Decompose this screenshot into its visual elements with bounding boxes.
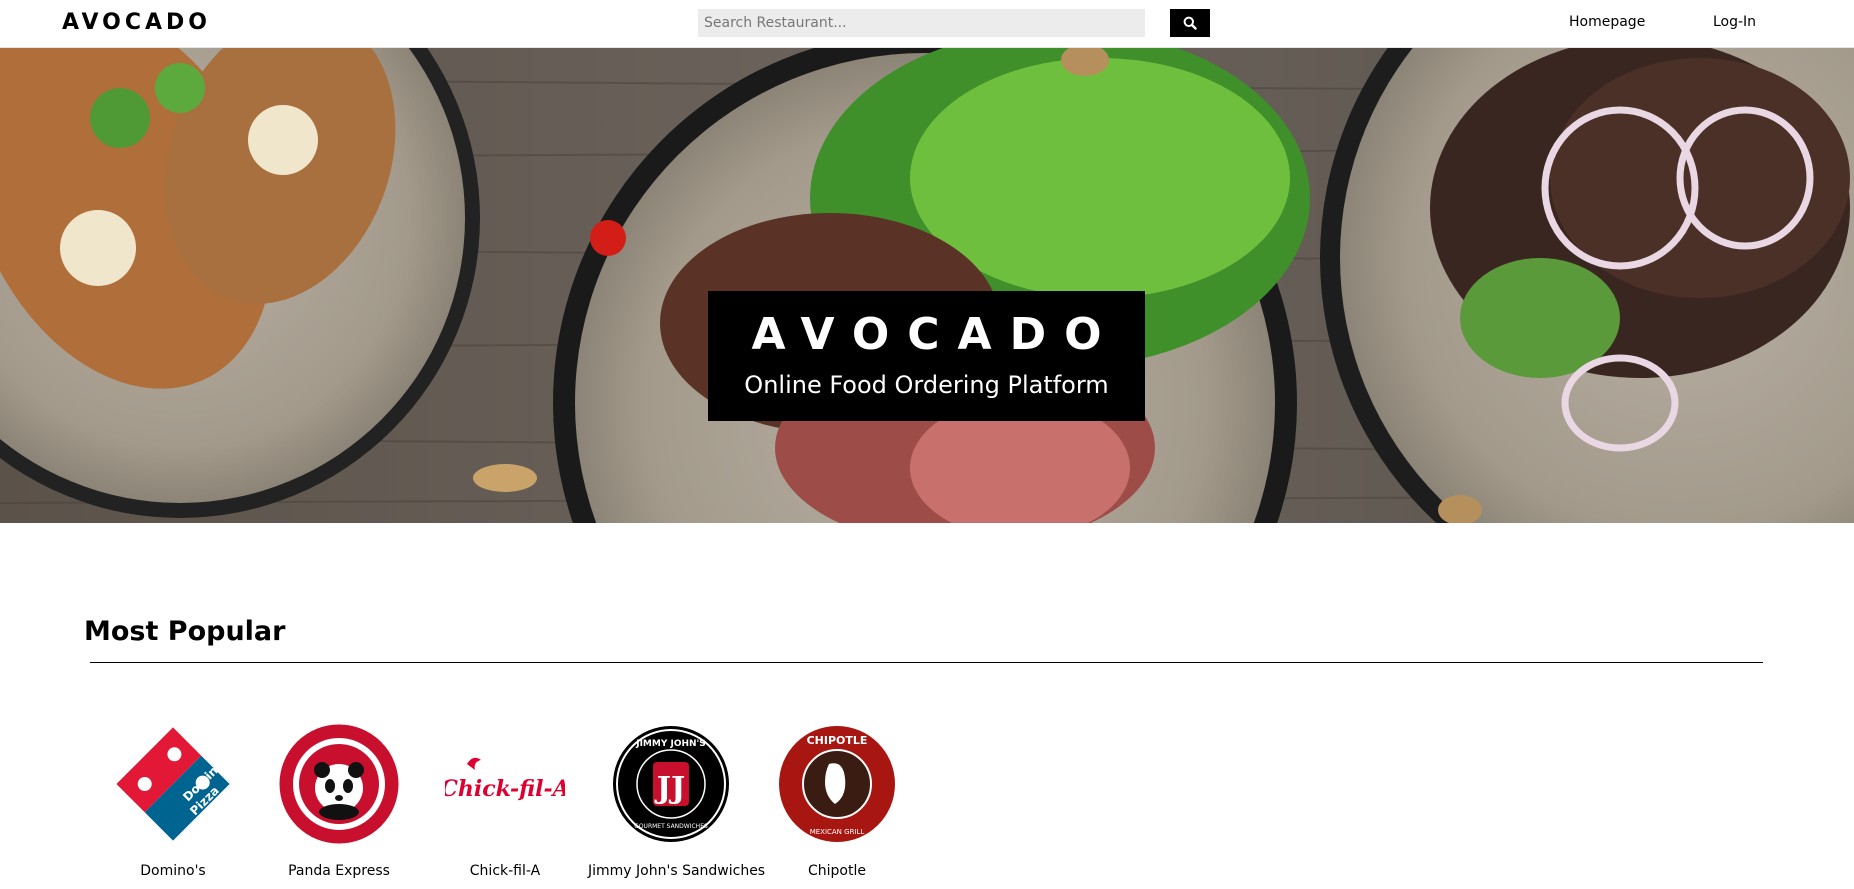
restaurant-name: Chick-fil-A bbox=[469, 863, 541, 879]
chipotle-logo: CHIPOTLE MEXICAN GRILL bbox=[777, 724, 897, 844]
most-popular-heading: Most Popular bbox=[84, 616, 286, 647]
restaurant-name: Chipotle bbox=[808, 863, 866, 879]
hero-banner: AVOCADO Online Food Ordering Platform bbox=[0, 48, 1854, 523]
brand-logo[interactable]: AVOCADO bbox=[62, 10, 211, 35]
svg-text:JJ: JJ bbox=[654, 771, 685, 806]
jimmy-johns-logo: JJ JIMMY JOHN'S GOURMET SANDWICHES bbox=[611, 724, 731, 844]
svg-text:GOURMET SANDWICHES: GOURMET SANDWICHES bbox=[634, 823, 708, 830]
top-navigation-bar: AVOCADO Homepage Log-In bbox=[0, 0, 1854, 48]
hero-title: AVOCADO bbox=[751, 309, 1120, 360]
restaurant-card-dominos[interactable]: Domino's Pizza Domino's bbox=[90, 724, 256, 879]
restaurant-card-jimmy-johns[interactable]: JJ JIMMY JOHN'S GOURMET SANDWICHES Jimmy… bbox=[588, 724, 766, 879]
search-icon bbox=[1183, 16, 1197, 30]
chick-fil-a-logo: Chick-fil-A bbox=[440, 724, 570, 844]
hero-title-box: AVOCADO Online Food Ordering Platform bbox=[708, 291, 1145, 421]
svg-text:MEXICAN GRILL: MEXICAN GRILL bbox=[810, 828, 865, 836]
svg-text:Chick-fil-A: Chick-fil-A bbox=[445, 776, 565, 802]
restaurant-card-chipotle[interactable]: CHIPOTLE MEXICAN GRILL Chipotle bbox=[754, 724, 920, 879]
hero-food-image bbox=[0, 48, 1854, 523]
restaurant-name: Panda Express bbox=[288, 863, 390, 879]
nav-login-link[interactable]: Log-In bbox=[1713, 14, 1756, 30]
svg-text:CHIPOTLE: CHIPOTLE bbox=[807, 734, 868, 747]
restaurant-card-panda-express[interactable]: Panda Express bbox=[256, 724, 422, 879]
restaurant-card-chick-fil-a[interactable]: Chick-fil-A Chick-fil-A bbox=[422, 724, 588, 879]
panda-express-logo bbox=[279, 724, 399, 844]
svg-text:JIMMY JOHN'S: JIMMY JOHN'S bbox=[635, 739, 706, 749]
search-input[interactable] bbox=[698, 9, 1145, 37]
restaurant-name: Domino's bbox=[140, 863, 206, 879]
restaurant-name: Jimmy John's Sandwiches bbox=[588, 863, 766, 879]
search-button[interactable] bbox=[1170, 9, 1210, 37]
hero-subtitle: Online Food Ordering Platform bbox=[744, 371, 1109, 399]
section-divider bbox=[90, 662, 1763, 663]
nav-homepage-link[interactable]: Homepage bbox=[1569, 14, 1645, 30]
dominos-logo: Domino's Pizza bbox=[113, 724, 234, 844]
